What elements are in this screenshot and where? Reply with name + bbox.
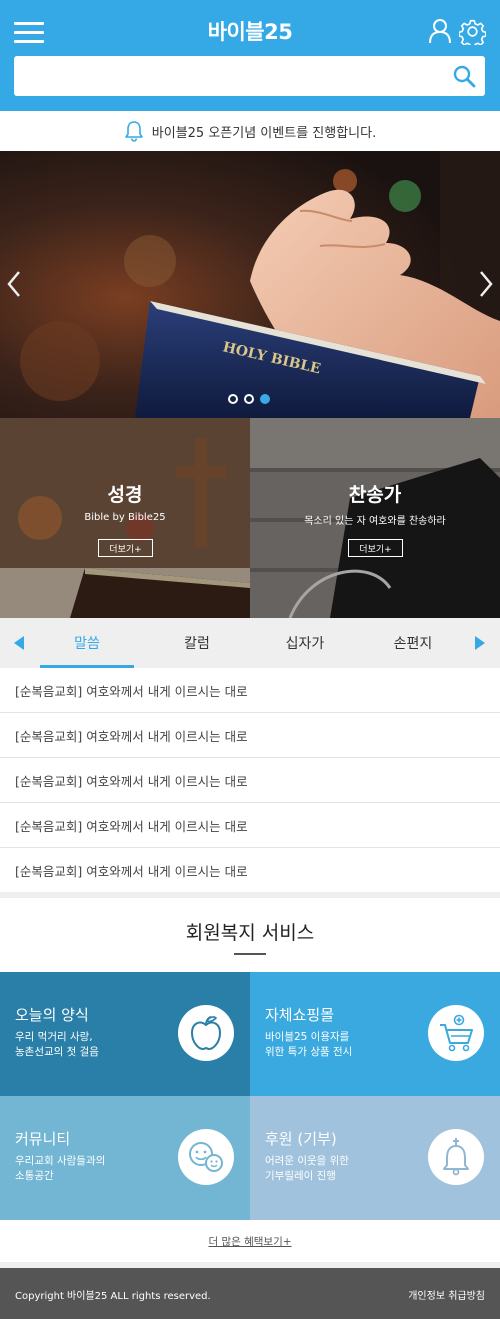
bell-icon bbox=[443, 1138, 469, 1176]
notice-bar[interactable]: 바이블25 오픈기념 이벤트를 진행합니다. bbox=[0, 111, 500, 151]
carousel-dot[interactable] bbox=[244, 394, 254, 404]
hymn-tile-subtitle: 목소리 있는 자 여호와를 찬송하라 bbox=[304, 516, 446, 527]
tab-next-icon[interactable] bbox=[474, 636, 486, 650]
user-icon[interactable] bbox=[428, 18, 452, 44]
carousel-dot[interactable] bbox=[228, 394, 238, 404]
service-desc: 어려운 이웃을 위한 기부릴레이 진행 bbox=[265, 1155, 349, 1182]
service-community[interactable]: 커뮤니티 우리교회 사람들과의 소통공간 bbox=[0, 1096, 250, 1220]
carousel-dot-active[interactable] bbox=[260, 394, 270, 404]
service-name: 커뮤니티 bbox=[15, 1130, 71, 1148]
hamburger-menu-icon[interactable] bbox=[14, 20, 44, 44]
tab-cross[interactable]: 십자가 bbox=[258, 618, 352, 668]
app-header: 바이블25 bbox=[0, 0, 500, 111]
feature-tiles: 성경 Bible by Bible25 더보기+ 찬송가 목소리 있는 자 여호… bbox=[0, 418, 500, 618]
tab-column[interactable]: 칼럼 bbox=[150, 618, 244, 668]
copyright-text: Copyright 바이블25 ALL rights reserved. bbox=[15, 1291, 211, 1302]
carousel-next-icon[interactable] bbox=[476, 269, 496, 299]
bible-more-button[interactable]: 더보기+ bbox=[98, 539, 153, 557]
hero-image: HOLY BIBLE bbox=[0, 151, 500, 418]
hymn-tile[interactable]: 찬송가 목소리 있는 자 여호와를 찬송하라 더보기+ bbox=[250, 418, 500, 618]
search-bar bbox=[14, 56, 485, 96]
list-item[interactable]: [순복음교회] 여호와께서 내게 이르시는 대로 bbox=[0, 848, 500, 893]
service-desc: 우리 먹거리 사랑, 농촌선교의 첫 걸음 bbox=[15, 1031, 99, 1058]
title-underline bbox=[234, 953, 266, 955]
services-title: 회원복지 서비스 bbox=[185, 922, 315, 944]
service-name: 자체쇼핑몰 bbox=[265, 1006, 335, 1024]
list-item[interactable]: [순복음교회] 여호와께서 내게 이르시는 대로 bbox=[0, 713, 500, 758]
bell-icon bbox=[124, 121, 143, 142]
section-divider bbox=[0, 892, 500, 898]
bible-tile-title: 성경 bbox=[107, 484, 143, 506]
content-tabs: 말씀 칼럼 십자가 손편지 bbox=[0, 618, 500, 668]
hymn-tile-title: 찬송가 bbox=[348, 484, 402, 506]
article-list: [순복음교회] 여호와께서 내게 이르시는 대로 [순복음교회] 여호와께서 내… bbox=[0, 668, 500, 893]
service-shop[interactable]: 자체쇼핑몰 바이블25 이용자를 위한 특가 상품 전시 bbox=[250, 972, 500, 1096]
carousel-prev-icon[interactable] bbox=[4, 269, 24, 299]
apple-icon bbox=[190, 1016, 222, 1051]
bible-tile[interactable]: 성경 Bible by Bible25 더보기+ bbox=[0, 418, 250, 618]
smiley-icon bbox=[189, 1142, 223, 1172]
list-item[interactable]: [순복음교회] 여호와께서 내게 이르시는 대로 bbox=[0, 668, 500, 713]
list-item[interactable]: [순복음교회] 여호와께서 내게 이르시는 대로 bbox=[0, 803, 500, 848]
tab-sermon[interactable]: 말씀 bbox=[40, 618, 134, 668]
search-icon[interactable] bbox=[452, 64, 476, 88]
service-name: 후원 (기부) bbox=[265, 1130, 337, 1148]
brand-logo: 바이블25 bbox=[207, 20, 293, 44]
privacy-policy-link[interactable]: 개인정보 취급방침 bbox=[408, 1287, 485, 1302]
hero-carousel[interactable]: HOLY BIBLE bbox=[0, 151, 500, 418]
notice-text: 바이블25 오픈기념 이벤트를 진행합니다. bbox=[151, 125, 377, 141]
gear-icon[interactable] bbox=[459, 18, 486, 45]
service-desc: 바이블25 이용자를 위한 특가 상품 전시 bbox=[265, 1031, 353, 1058]
list-item[interactable]: [순복음교회] 여호와께서 내게 이르시는 대로 bbox=[0, 758, 500, 803]
service-name: 오늘의 양식 bbox=[15, 1006, 89, 1024]
service-daily-bread[interactable]: 오늘의 양식 우리 먹거리 사랑, 농촌선교의 첫 걸음 bbox=[0, 972, 250, 1096]
service-donation[interactable]: 후원 (기부) 어려운 이웃을 위한 기부릴레이 진행 bbox=[250, 1096, 500, 1220]
bible-tile-subtitle: Bible by Bible25 bbox=[84, 512, 166, 523]
tab-letter[interactable]: 손편지 bbox=[366, 618, 460, 668]
footer: Copyright 바이블25 ALL rights reserved. 개인정… bbox=[0, 1268, 500, 1319]
search-input[interactable] bbox=[14, 56, 444, 96]
carousel-dots bbox=[228, 394, 270, 404]
tab-prev-icon[interactable] bbox=[13, 636, 25, 650]
hymn-more-button[interactable]: 더보기+ bbox=[348, 539, 403, 557]
service-desc: 우리교회 사람들과의 소통공간 bbox=[15, 1155, 106, 1182]
cart-icon bbox=[440, 1014, 473, 1052]
more-benefits-link[interactable]: 더 많은 혜택보기+ bbox=[0, 1234, 500, 1249]
